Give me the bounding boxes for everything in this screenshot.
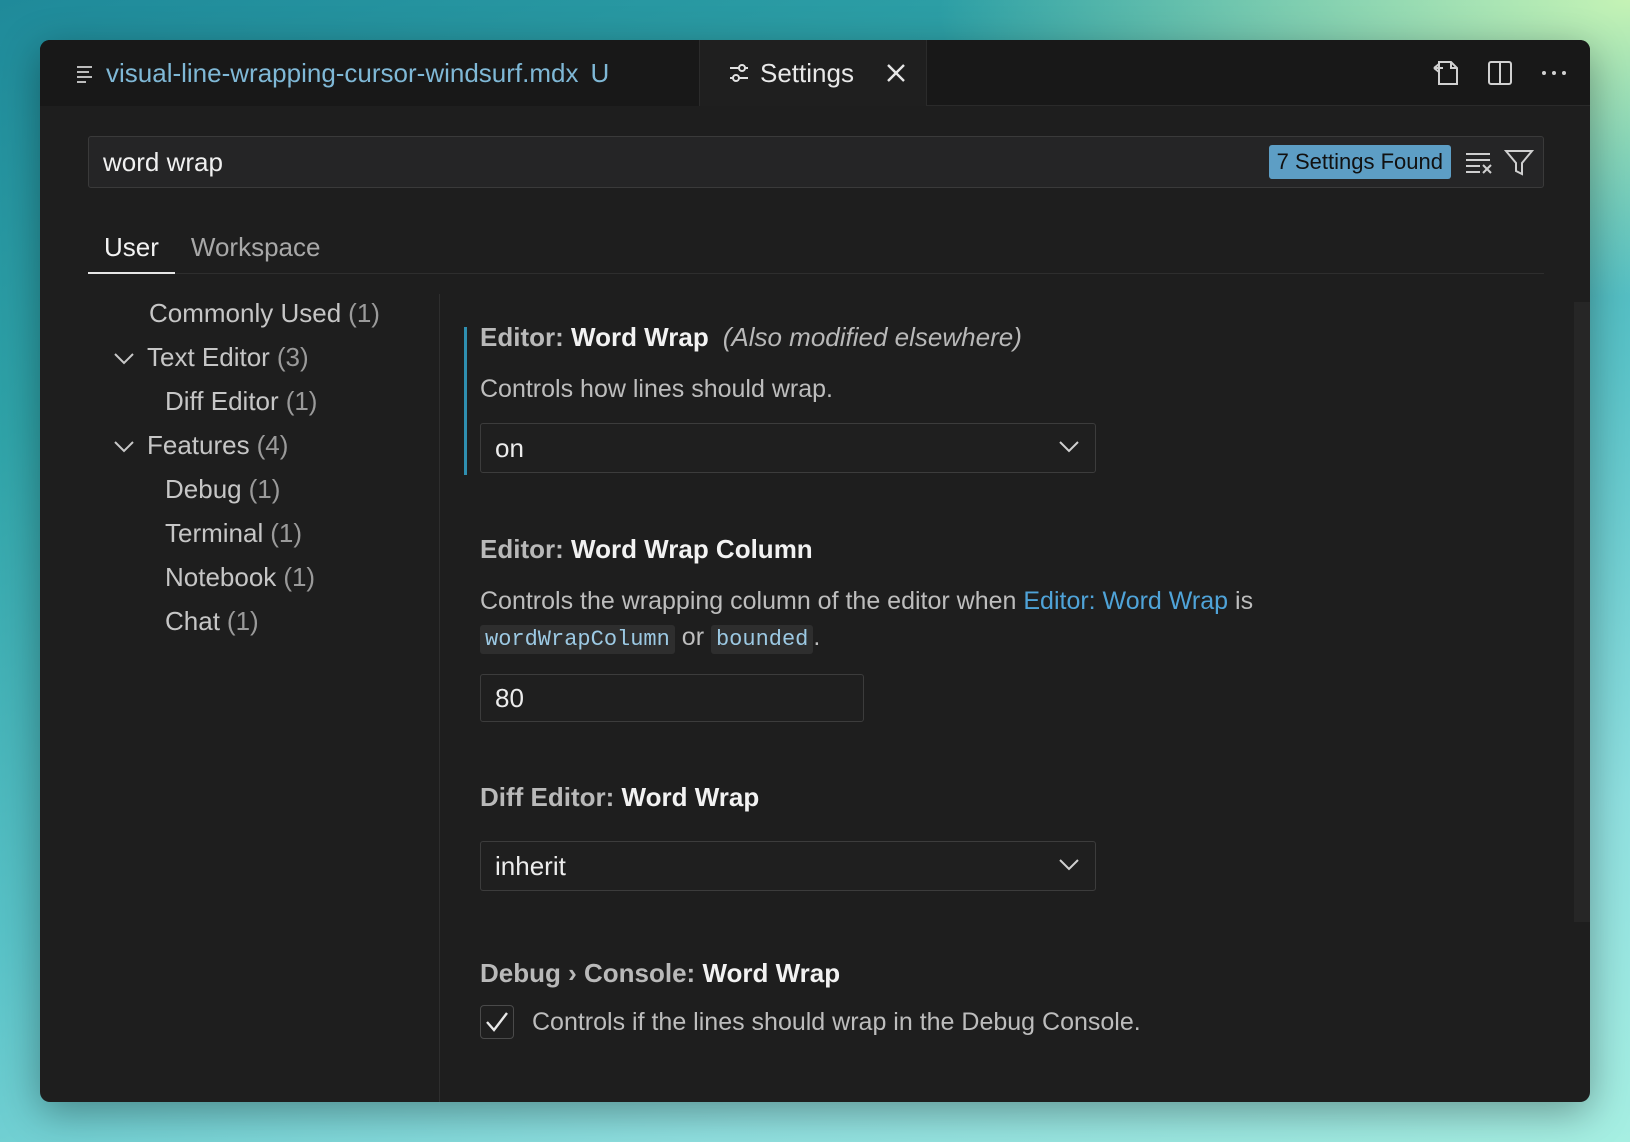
untracked-badge: U [590, 57, 610, 88]
toc-count: (1) [285, 386, 318, 416]
file-lines-icon [74, 62, 96, 84]
settings-search: 7 Settings Found [88, 136, 1544, 188]
setting-name: Word Wrap [702, 958, 841, 988]
word-wrap-column-input[interactable] [495, 682, 849, 714]
editor-actions [1430, 40, 1570, 106]
setting-description: Controls how lines should wrap. [480, 375, 833, 403]
setting-title: Editor: Word Wrap Column [480, 534, 1480, 565]
setting-editor-word-wrap: Editor: Word Wrap (Also modified elsewher… [480, 322, 1096, 473]
toc-label: Chat [165, 606, 220, 636]
toc-item-features[interactable]: Features (4) [113, 430, 288, 461]
setting-name: Word Wrap [621, 782, 760, 812]
toc-count: (3) [276, 342, 309, 372]
desc-text: . [813, 623, 821, 651]
settings-sliders-icon [728, 62, 750, 84]
toc-item-debug[interactable]: Debug (1) [165, 474, 280, 505]
tab-file-name: visual-line-wrapping-cursor-windsurf.mdx [106, 57, 579, 88]
toc-count: (1) [348, 298, 380, 328]
modified-indicator [464, 327, 467, 475]
toc-count: (1) [270, 518, 303, 548]
more-actions-icon[interactable] [1538, 57, 1570, 89]
setting-description: Controls the wrapping column of the edit… [480, 583, 1480, 658]
setting-title: Debug › Console: Word Wrap [480, 958, 1141, 989]
setting-diff-editor-word-wrap: Diff Editor: Word Wrap inherit [480, 782, 1096, 891]
close-icon[interactable] [884, 61, 908, 85]
select-value: on [495, 432, 524, 463]
tab-user[interactable]: User [88, 220, 175, 274]
settings-toc: Commonly Used (1) Text Editor (3) Diff Edi… [88, 294, 440, 1102]
setting-debug-console-word-wrap: Debug › Console: Word Wrap Controls if t… [480, 958, 1141, 1039]
settings-window: visual-line-wrapping-cursor-windsurf.mdx… [40, 40, 1590, 1102]
desc-text: is [1228, 587, 1254, 615]
setting-category: Editor: [480, 322, 571, 352]
checkbox-row: Controls if the lines should wrap in the… [480, 1005, 1141, 1039]
tab-workspace[interactable]: Workspace [175, 220, 337, 274]
toc-count: (1) [283, 562, 316, 592]
toc-item-notebook[interactable]: Notebook (1) [165, 562, 315, 593]
code-value: wordWrapColumn [480, 625, 675, 654]
select-value: inherit [495, 850, 566, 881]
chevron-down-icon [1057, 852, 1081, 881]
toc-count: (1) [226, 606, 259, 636]
toc-item-diff-editor[interactable]: Diff Editor (1) [165, 386, 317, 417]
search-input[interactable] [103, 146, 1269, 178]
scrollbar[interactable] [1574, 302, 1590, 922]
filter-icon[interactable] [1503, 146, 1535, 178]
chevron-down-icon[interactable] [113, 347, 135, 369]
setting-name: Word Wrap Column [571, 534, 813, 564]
tab-bar: visual-line-wrapping-cursor-windsurf.mdx… [40, 40, 1590, 106]
chevron-down-icon[interactable] [113, 435, 135, 457]
open-json-icon[interactable] [1430, 57, 1462, 89]
toc-count: (1) [248, 474, 281, 504]
word-wrap-column-field[interactable] [480, 674, 864, 722]
toc-label: Features [147, 430, 250, 460]
setting-category: Debug › Console: [480, 958, 703, 988]
toc-label: Commonly Used [149, 298, 342, 328]
tab-file[interactable]: visual-line-wrapping-cursor-windsurf.mdx… [40, 40, 700, 106]
settings-list: Editor: Word Wrap (Also modified elsewher… [464, 294, 1540, 1102]
desc-text: Controls the wrapping column of the edit… [480, 587, 1024, 615]
word-wrap-select[interactable]: on [480, 423, 1096, 473]
toc-item-commonly-used[interactable]: Commonly Used (1) [149, 298, 380, 329]
results-count-badge: 7 Settings Found [1268, 145, 1451, 179]
toc-count: (4) [256, 430, 289, 460]
toc-item-chat[interactable]: Chat (1) [165, 606, 259, 637]
code-value: bounded [710, 625, 814, 654]
toc-label: Terminal [165, 518, 264, 548]
setting-title: Diff Editor: Word Wrap [480, 782, 1096, 813]
setting-title: Editor: Word Wrap (Also modified elsewher… [480, 322, 1096, 353]
setting-category: Editor: [480, 534, 571, 564]
tab-settings-label: Settings [760, 57, 854, 88]
diff-word-wrap-select[interactable]: inherit [480, 841, 1096, 891]
check-icon [486, 1012, 508, 1032]
debug-word-wrap-checkbox[interactable] [480, 1005, 514, 1039]
toc-label: Notebook [165, 562, 277, 592]
setting-link[interactable]: Editor: Word Wrap [1023, 587, 1228, 615]
tab-settings[interactable]: Settings [700, 40, 927, 106]
modified-elsewhere-note[interactable]: (Also modified elsewhere) [723, 322, 1022, 352]
setting-editor-word-wrap-column: Editor: Word Wrap Column Controls the wr… [480, 534, 1480, 722]
toc-label: Debug [165, 474, 242, 504]
toc-item-terminal[interactable]: Terminal (1) [165, 518, 302, 549]
toc-item-text-editor[interactable]: Text Editor (3) [113, 342, 309, 373]
checkbox-label: Controls if the lines should wrap in the… [532, 1007, 1141, 1036]
setting-category: Diff Editor: [480, 782, 622, 812]
toc-label: Text Editor [147, 342, 270, 372]
setting-name: Word Wrap [571, 322, 709, 352]
desc-text: or [674, 623, 711, 651]
chevron-down-icon [1057, 434, 1081, 463]
split-editor-icon[interactable] [1484, 57, 1516, 89]
scope-tabs: User Workspace [88, 220, 1544, 274]
toc-label: Diff Editor [165, 386, 279, 416]
clear-filter-icon[interactable] [1463, 146, 1495, 178]
